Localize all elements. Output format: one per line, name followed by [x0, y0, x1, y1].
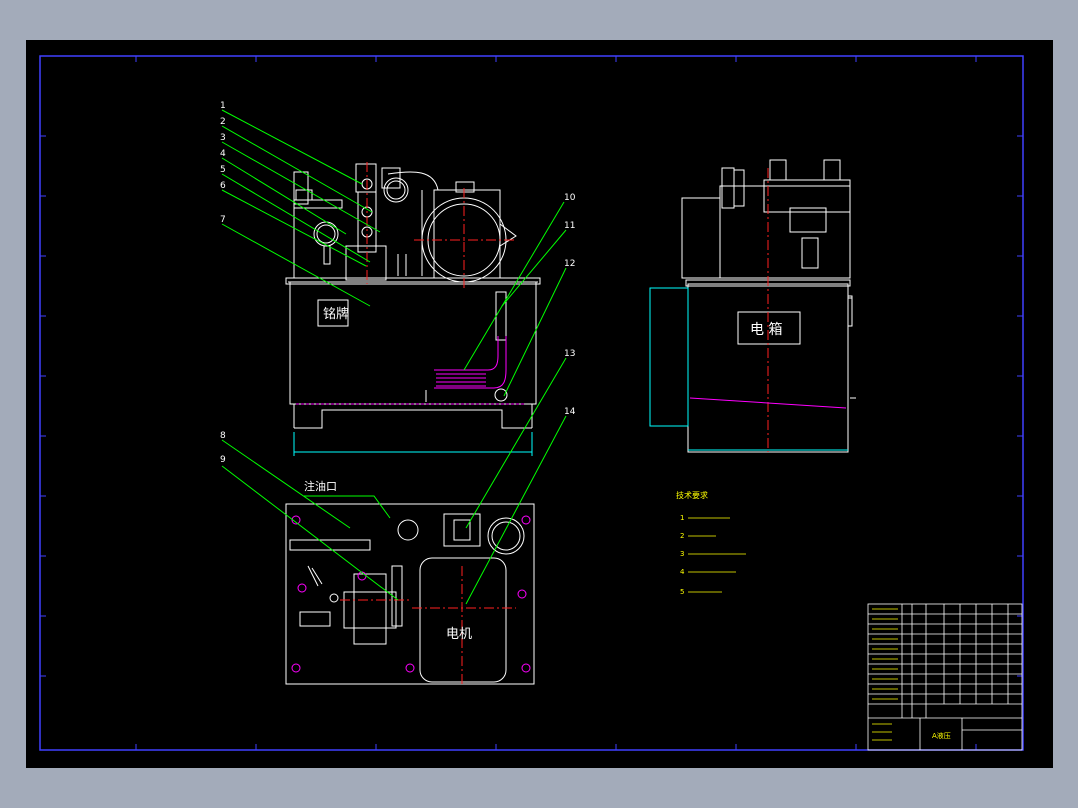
drawing-title: A液压 — [932, 731, 951, 740]
title-block-text — [872, 608, 898, 741]
side-view — [681, 159, 856, 453]
callout-10: 10 — [564, 193, 576, 203]
callout-9: 9 — [220, 455, 226, 465]
callout-4: 4 — [220, 149, 226, 159]
callout-5: 5 — [220, 165, 226, 175]
electric-box-label: 电 箱 — [750, 322, 782, 338]
technical-notes: 技术要求 1 2 3 4 5 — [676, 490, 746, 596]
front-view — [285, 163, 541, 429]
drawing-border — [39, 55, 1024, 751]
callout-7: 7 — [220, 215, 226, 225]
leader-lines — [221, 109, 567, 605]
title-block — [867, 603, 1023, 751]
notes-heading: 技术要求 — [676, 490, 708, 500]
callout-13: 13 — [564, 349, 575, 359]
top-view — [285, 503, 535, 685]
callout-3: 3 — [220, 133, 226, 143]
callout-1: 1 — [220, 101, 226, 111]
cad-drawing: 1 2 3 4 5 6 7 8 9 10 11 12 13 14 铭牌 电 箱 … — [39, 55, 1024, 751]
note-4: 4 — [680, 568, 685, 576]
fill-port-label: 注油口 — [304, 479, 337, 493]
callout-12: 12 — [564, 259, 575, 269]
front-view-center — [366, 162, 516, 290]
note-3: 3 — [680, 550, 684, 558]
top-view-center — [340, 566, 516, 686]
note-2: 2 — [680, 532, 684, 540]
front-view-dims — [293, 432, 533, 456]
motor-label: 电机 — [446, 627, 472, 642]
front-view-return-pipe — [434, 336, 507, 389]
callout-2: 2 — [220, 117, 226, 127]
note-1: 1 — [680, 514, 684, 522]
zone-ticks — [40, 56, 1023, 750]
callout-6: 6 — [220, 181, 226, 191]
note-5: 5 — [680, 588, 684, 596]
callout-11: 11 — [564, 221, 575, 231]
callout-14: 14 — [564, 407, 576, 417]
drawing-canvas: 1 2 3 4 5 6 7 8 9 10 11 12 13 14 铭牌 电 箱 … — [26, 40, 1053, 768]
callout-8: 8 — [220, 431, 226, 441]
nameplate-label: 铭牌 — [323, 306, 349, 322]
